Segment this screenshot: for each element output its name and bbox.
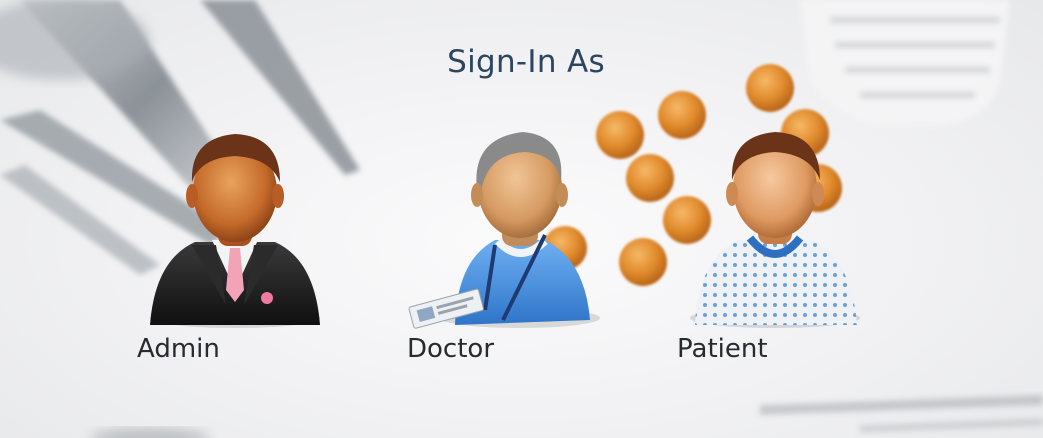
doctor-avatar-icon <box>408 132 600 329</box>
role-doctor-label: Doctor <box>407 334 495 364</box>
page-title: Sign-In As <box>447 44 605 80</box>
patient-avatar-icon <box>690 132 860 328</box>
role-admin-label: Admin <box>137 334 220 364</box>
admin-avatar-icon <box>150 134 320 328</box>
role-patient-label: Patient <box>677 334 768 364</box>
